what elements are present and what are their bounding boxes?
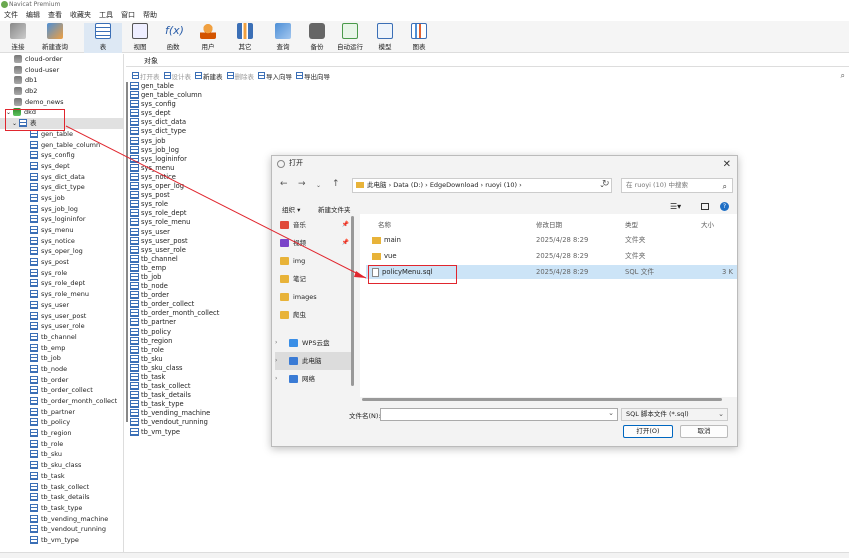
annotation-arrow <box>65 125 367 279</box>
status-bar <box>0 552 849 558</box>
